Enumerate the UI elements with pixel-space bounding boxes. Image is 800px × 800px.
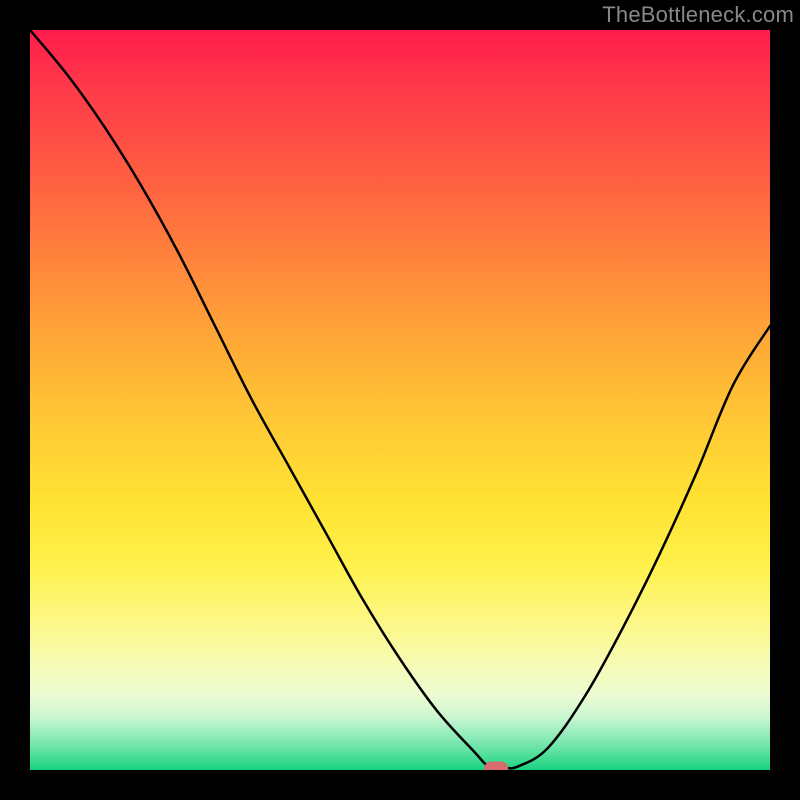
curve-layer: [30, 30, 770, 770]
attribution-label: TheBottleneck.com: [602, 2, 794, 28]
chart-frame: TheBottleneck.com: [0, 0, 800, 800]
optimum-marker: [484, 762, 508, 770]
plot-area: [30, 30, 770, 770]
bottleneck-curve: [30, 30, 770, 768]
